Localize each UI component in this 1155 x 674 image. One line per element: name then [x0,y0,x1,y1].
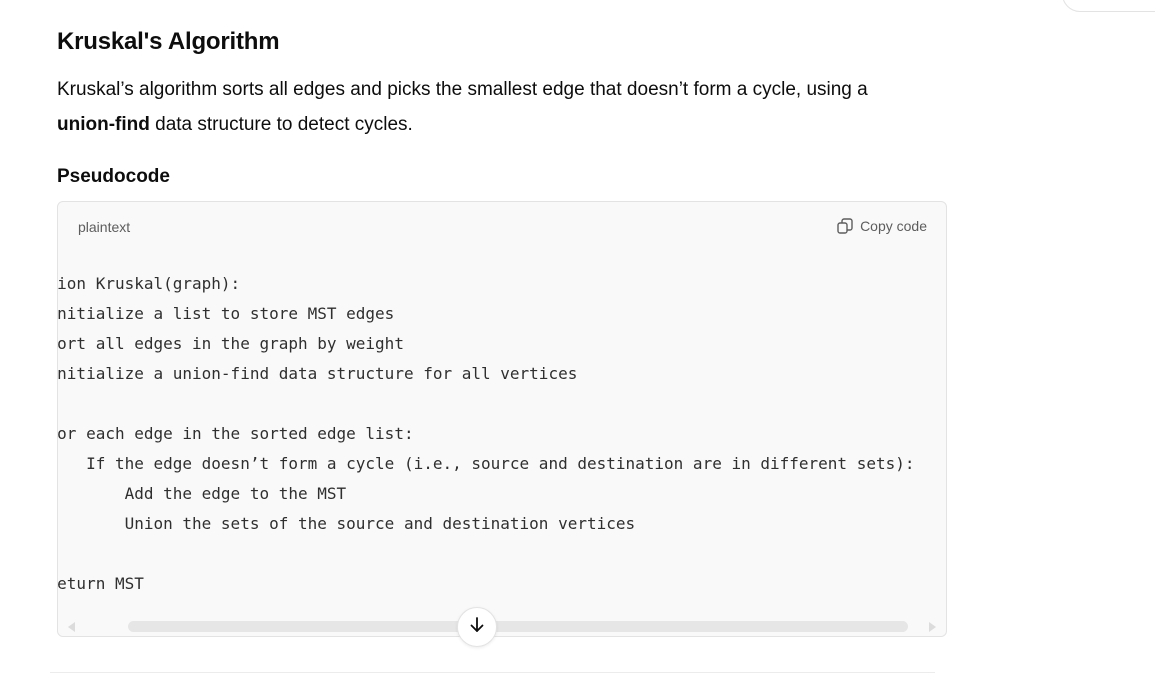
horizontal-scrollbar[interactable] [58,618,946,634]
intro-text: Kruskal’s algorithm sorts all edges and … [57,79,868,100]
code-line: Sort all edges in the graph by weight [58,334,404,353]
code-line: Return MST [58,574,144,593]
intro-bold-term: union-find [57,114,150,135]
top-right-control[interactable] [1062,0,1155,12]
intro-paragraph: Kruskal’s algorithm sorts all edges and … [57,72,937,142]
section-title: Kruskal's Algorithm [57,28,280,55]
code-line: function Kruskal(graph): [58,274,241,293]
code-content: function Kruskal(graph): Initialize a li… [58,269,914,599]
code-line: Initialize a list to store MST edges [58,304,395,323]
scroll-left-arrow-icon[interactable] [68,622,75,632]
pseudocode-heading: Pseudocode [57,166,170,187]
scrollbar-thumb[interactable] [128,621,908,632]
code-block: plaintext Copy code function Kruskal(gra… [57,201,947,637]
code-line: For each edge in the sorted edge list: [58,424,414,443]
code-language-label: plaintext [78,219,131,235]
copy-icon [836,217,854,235]
copy-code-label: Copy code [860,218,927,234]
scroll-right-arrow-icon[interactable] [929,622,936,632]
divider [50,672,935,673]
code-line: Union the sets of the source and destina… [58,514,636,533]
copy-code-button[interactable]: Copy code [836,215,927,237]
code-scroll-area[interactable]: function Kruskal(graph): Initialize a li… [58,266,946,614]
code-line: If the edge doesn’t form a cycle (i.e., … [58,454,915,473]
code-line: Add the edge to the MST [124,484,347,503]
code-line: Initialize a union-find data structure f… [58,364,578,383]
scroll-to-bottom-button[interactable] [457,607,497,647]
intro-text-end: data structure to detect cycles. [149,114,413,135]
arrow-down-icon [468,616,486,639]
